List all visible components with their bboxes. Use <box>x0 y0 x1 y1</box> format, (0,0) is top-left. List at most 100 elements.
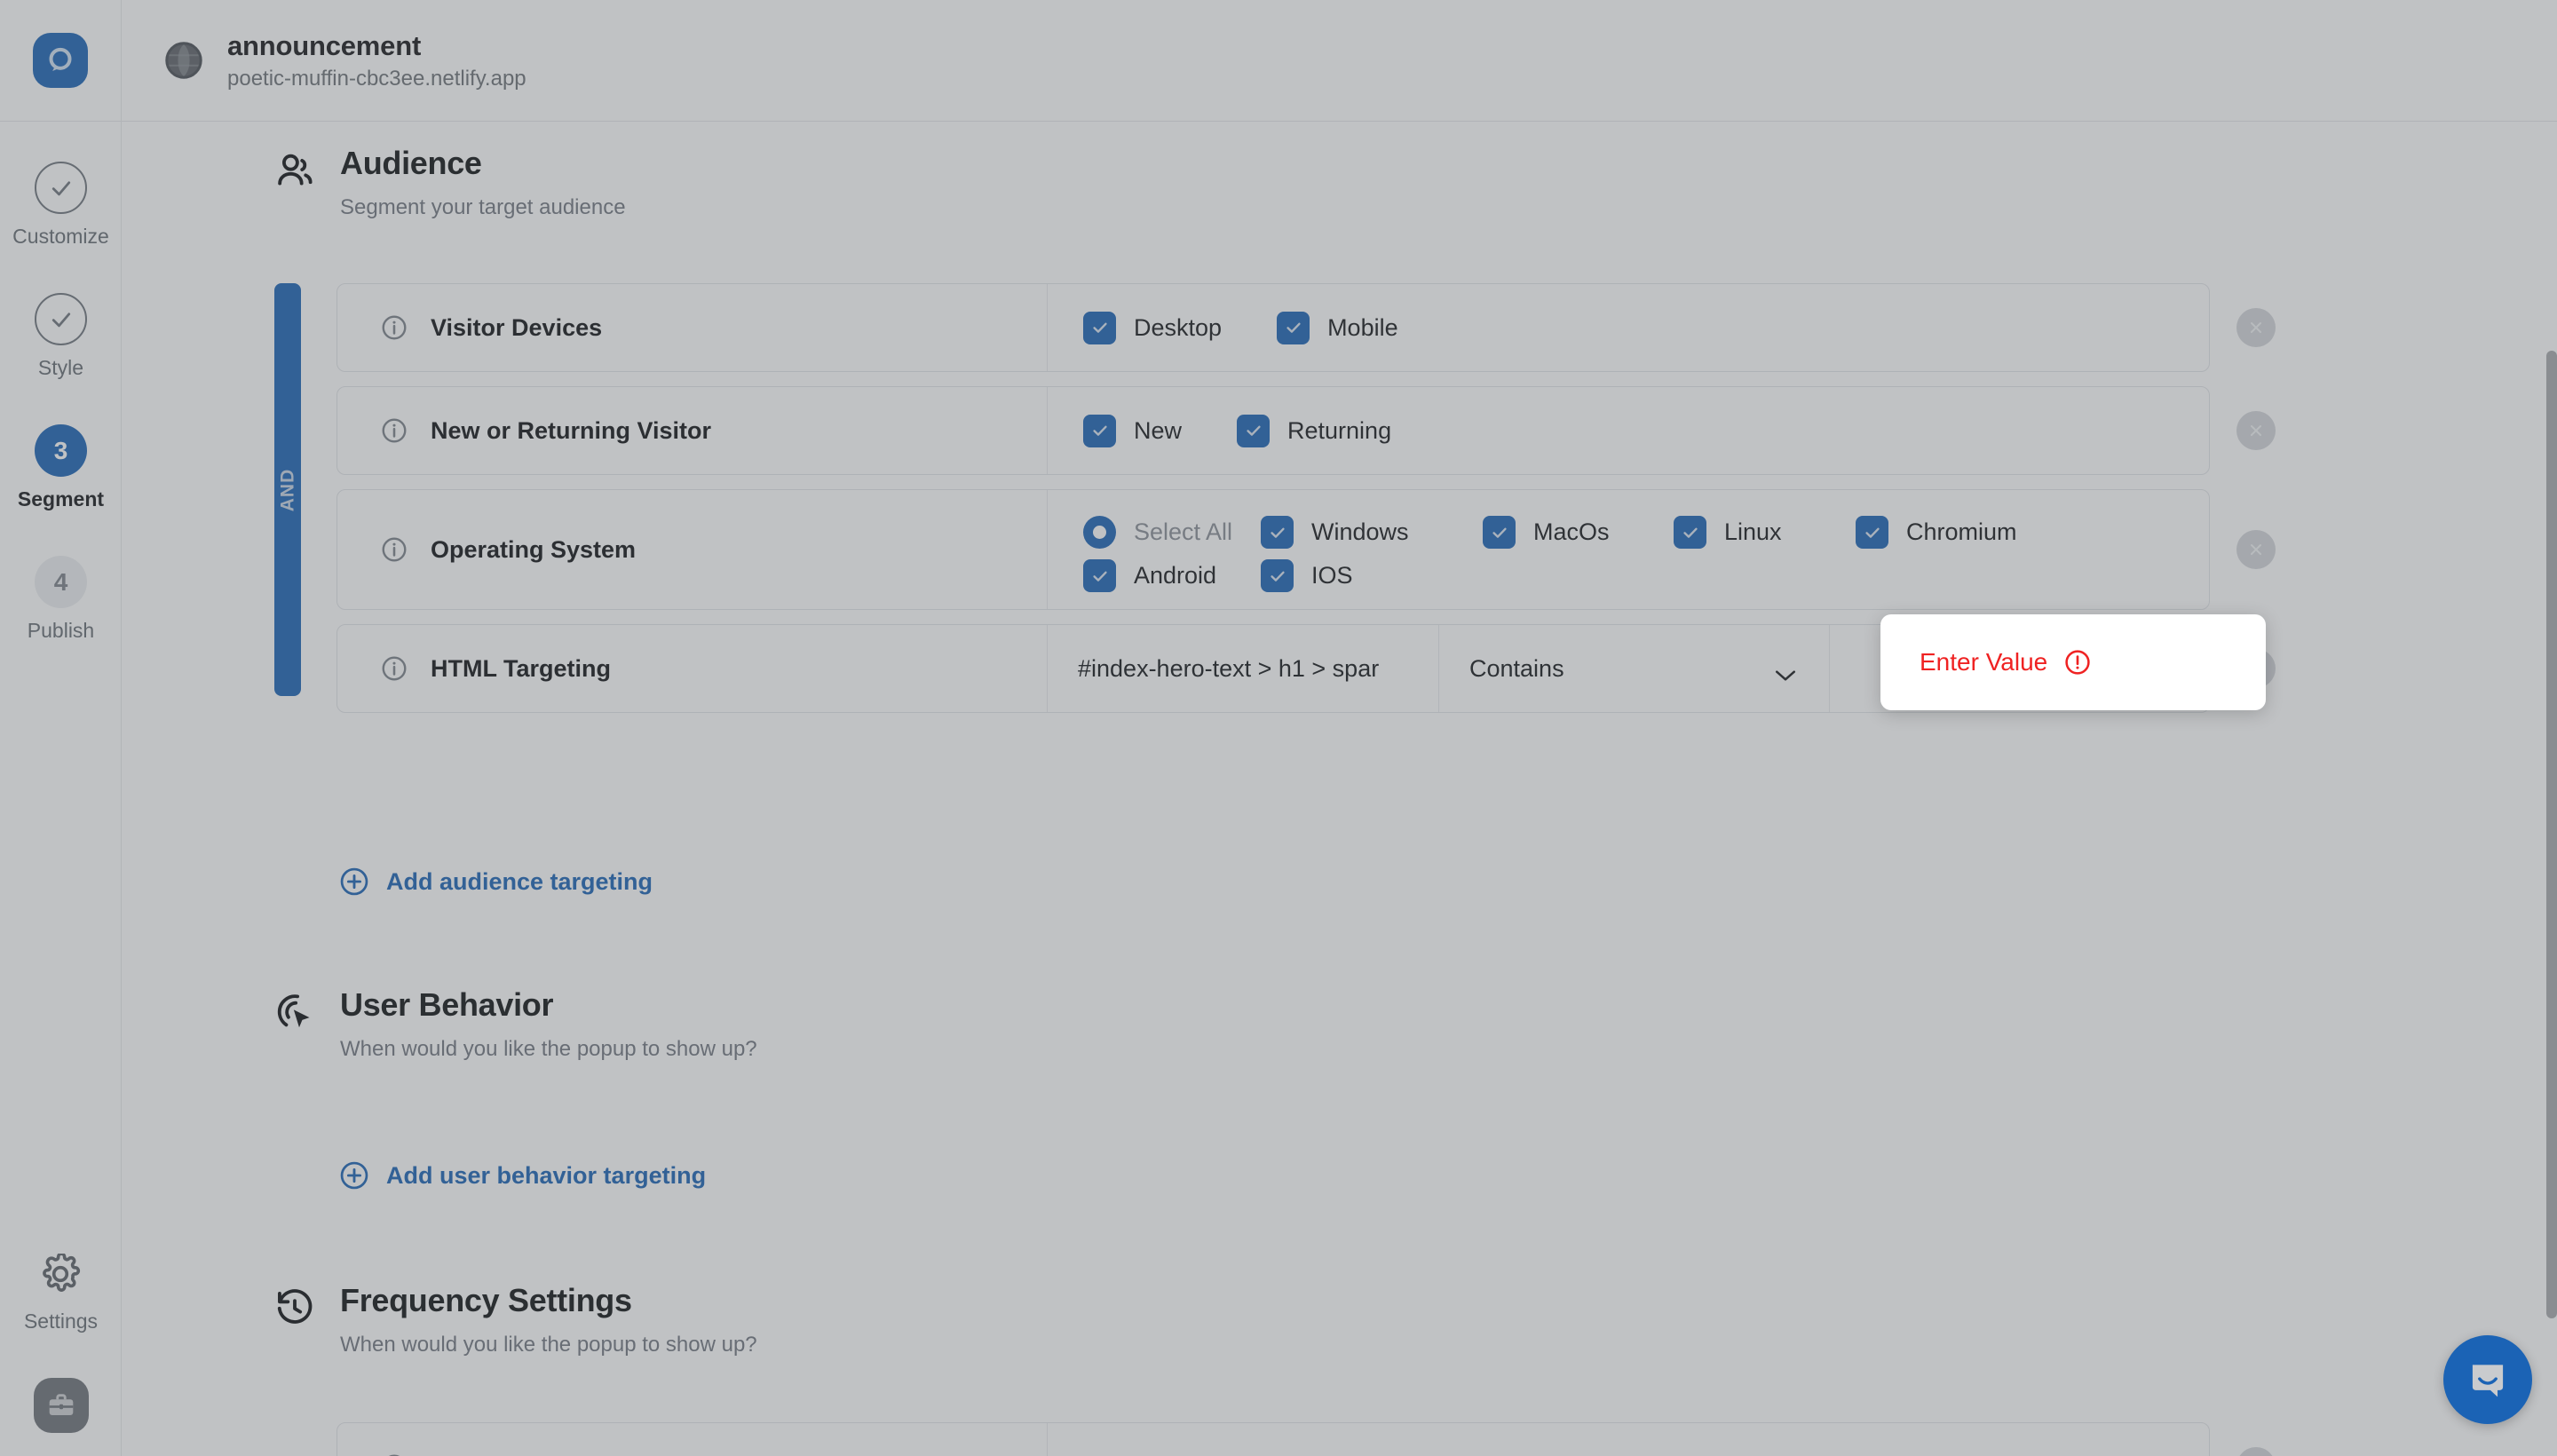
add-user-behavior-targeting-button[interactable]: Add user behavior targeting <box>338 1159 706 1191</box>
plus-circle-icon <box>338 866 370 898</box>
sidebar-item-publish[interactable]: 4 Publish <box>0 556 122 643</box>
info-icon[interactable] <box>380 313 408 342</box>
sidebar-item-label: Customize <box>12 225 109 248</box>
sidebar-item-customize[interactable]: Customize <box>0 162 122 249</box>
checkbox-label: New <box>1134 416 1183 444</box>
rule-label-cell: Operating System <box>337 490 1048 609</box>
remove-rule-button[interactable] <box>2236 411 2276 450</box>
remove-rule-button[interactable] <box>2236 308 2276 347</box>
checkbox-label: Linux <box>1724 518 1782 545</box>
display-frequency-dropdown[interactable]: Display on every page view <box>1048 1423 2209 1456</box>
app-logo[interactable] <box>0 0 122 122</box>
gear-icon <box>40 1252 81 1299</box>
checkbox-option-desktop[interactable]: Desktop <box>1083 311 1223 344</box>
error-message: Enter Value <box>1920 648 2048 676</box>
checkbox-option-linux[interactable]: Linux <box>1674 516 1856 549</box>
section-subtitle: When would you like the popup to show up… <box>340 1333 757 1357</box>
rule-name: Visitor Devices <box>431 313 603 341</box>
checkbox-label: MacOs <box>1533 518 1610 545</box>
section-title: User Behavior <box>340 986 554 1023</box>
css-selector-input[interactable]: #index-hero-text > h1 > spar <box>1048 625 1439 712</box>
check-icon <box>35 293 87 345</box>
audience-section-header: Audience Segment your target audience <box>274 145 626 220</box>
dropdown-value: Display on every page view <box>1083 1453 1375 1456</box>
and-label: AND <box>277 468 297 511</box>
radio-option-select-all[interactable]: Select All <box>1083 516 1261 549</box>
rule-options: Desktop Mobile <box>1048 284 2209 371</box>
remove-rule-button[interactable] <box>2236 1447 2276 1456</box>
check-icon <box>1277 311 1310 344</box>
frequency-section-header: Frequency Settings When would you like t… <box>274 1282 757 1357</box>
check-icon <box>1674 516 1706 549</box>
step-number-badge: 4 <box>35 556 87 608</box>
checkbox-option-android[interactable]: Android <box>1083 559 1261 592</box>
app-root: announcement poetic-muffin-cbc3ee.netlif… <box>0 0 2557 1456</box>
cursor-click-icon <box>274 992 315 1033</box>
check-icon <box>1856 516 1888 549</box>
add-link-label: Add audience targeting <box>386 867 653 895</box>
checkbox-label: Returning <box>1287 416 1392 444</box>
check-icon <box>1261 559 1294 592</box>
step-sidebar: Customize Style 3 Segment 4 Publish Sett… <box>0 122 122 1456</box>
top-bar: announcement poetic-muffin-cbc3ee.netlif… <box>0 0 2557 122</box>
checkbox-label: Windows <box>1311 518 1409 545</box>
sidebar-item-style[interactable]: Style <box>0 293 122 380</box>
add-audience-targeting-button[interactable]: Add audience targeting <box>338 866 653 898</box>
remove-rule-button[interactable] <box>2236 530 2276 569</box>
checkbox-option-returning[interactable]: Returning <box>1237 414 1392 447</box>
settings-label: Settings <box>23 1310 99 1333</box>
sidebar-item-label: Publish <box>27 619 95 642</box>
check-icon <box>35 162 87 214</box>
check-icon <box>1483 516 1516 549</box>
info-icon[interactable] <box>380 654 408 683</box>
rule-options: Select All Windows MacOs Linux Chromium … <box>1048 490 2209 609</box>
checkbox-option-ios[interactable]: IOS <box>1261 559 1353 592</box>
sidebar-item-label: Segment <box>17 487 105 510</box>
rule-options: New Returning <box>1048 387 2209 474</box>
checkbox-option-windows[interactable]: Windows <box>1261 516 1483 549</box>
user-behavior-section-header: User Behavior When would you like the po… <box>274 986 757 1062</box>
checkbox-option-mobile[interactable]: Mobile <box>1277 311 1398 344</box>
check-icon <box>1083 414 1116 447</box>
checkbox-label: Mobile <box>1327 313 1398 341</box>
sidebar-item-settings[interactable]: Settings <box>23 1252 99 1333</box>
checkbox-option-macos[interactable]: MacOs <box>1483 516 1674 549</box>
info-icon[interactable] <box>380 416 408 445</box>
page-scrollbar-thumb[interactable] <box>2546 351 2557 1318</box>
rule-label-cell: Display Frequency <box>337 1423 1048 1456</box>
rule-name: HTML Targeting <box>431 654 611 682</box>
people-icon <box>274 150 315 191</box>
info-icon[interactable] <box>380 535 408 564</box>
radio-filled-icon <box>1083 516 1116 549</box>
globe-icon <box>163 40 204 81</box>
page-title: Audience <box>340 145 482 181</box>
alert-circle-icon <box>2063 648 2092 677</box>
check-icon <box>1083 311 1116 344</box>
site-info: announcement poetic-muffin-cbc3ee.netlif… <box>122 30 526 91</box>
checkbox-option-chromium[interactable]: Chromium <box>1856 516 2017 549</box>
enter-value-error-popover[interactable]: Enter Value <box>1880 614 2266 710</box>
section-subtitle: When would you like the popup to show up… <box>340 1037 757 1061</box>
checkbox-label: Chromium <box>1906 518 2017 545</box>
checkbox-option-new[interactable]: New <box>1083 414 1183 447</box>
briefcase-icon[interactable] <box>33 1378 89 1433</box>
rule-row-new-or-returning-visitor: New or Returning Visitor New Returning <box>336 386 2210 475</box>
checkbox-label: Android <box>1134 562 1217 589</box>
checkbox-label: Desktop <box>1134 313 1223 341</box>
operator-dropdown[interactable]: Contains <box>1439 625 1830 712</box>
rule-name: Operating System <box>431 535 637 563</box>
site-name: announcement <box>227 29 422 61</box>
plus-circle-icon <box>338 1159 370 1191</box>
operator-value: Contains <box>1469 654 1564 682</box>
info-icon[interactable] <box>380 1452 408 1456</box>
chat-bubble-icon <box>2472 1365 2504 1397</box>
step-number-badge: 3 <box>35 424 87 477</box>
chevron-down-icon <box>1774 661 1797 681</box>
history-clock-icon <box>274 1287 315 1328</box>
rule-label-cell: New or Returning Visitor <box>337 387 1048 474</box>
rule-row-display-frequency: Display Frequency Display on every page … <box>336 1422 2210 1456</box>
sidebar-item-segment[interactable]: 3 Segment <box>0 424 122 511</box>
intercom-chat-button[interactable] <box>2443 1335 2532 1424</box>
rule-label-cell: Visitor Devices <box>337 284 1048 371</box>
rule-row-operating-system: Operating System Select All Windows MacO… <box>336 489 2210 610</box>
